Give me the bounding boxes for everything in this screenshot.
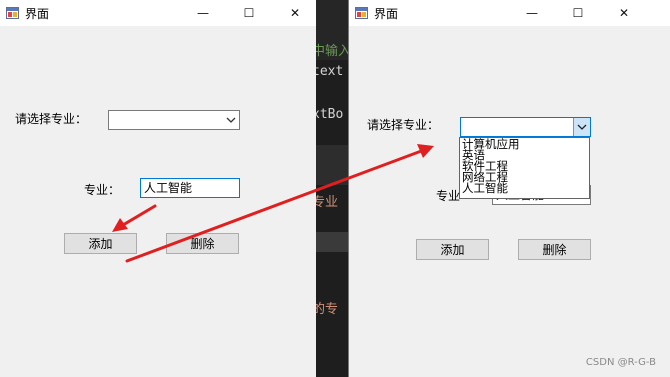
maximize-icon: ☐ [572,6,584,20]
major-textbox[interactable]: 人工智能 [140,178,240,198]
dropdown-option[interactable]: 人工智能 [462,182,508,195]
maximize-icon: ☐ [243,6,255,20]
add-button[interactable]: 添加 [64,233,137,254]
major-combobox[interactable] [108,110,240,130]
left-form-window: 界面 — ☐ ✕ 请选择专业： 专业： 人工智能 添加 删除 [0,0,316,377]
major-combobox[interactable] [460,117,591,137]
minimize-icon: — [197,6,209,20]
combo-dropdown-button[interactable] [573,118,590,136]
right-title-bar: 界面 — ☐ ✕ [349,0,670,26]
minimize-icon: — [526,6,538,20]
close-icon: ✕ [618,6,630,20]
select-major-label: 请选择专业： [367,118,440,132]
chevron-down-icon[interactable] [225,114,237,126]
watermark: CSDN @R-G-B [585,357,656,368]
code-fragment: xtBo [316,107,344,122]
code-fragment: 中输入 [316,44,348,59]
code-fragment: 的专 [316,302,339,317]
major-field-label: 专业 [436,189,461,203]
close-icon: ✕ [289,6,301,20]
maximize-button[interactable]: ☐ [226,0,272,26]
add-button[interactable]: 添加 [416,239,489,260]
left-title-bar: 界面 — ☐ ✕ [0,0,316,26]
minimize-button[interactable]: — [180,0,226,26]
delete-button[interactable]: 删除 [518,239,591,260]
window-title: 界面 [25,7,50,21]
app-icon [355,7,368,19]
major-field-label: 专业： [84,183,121,197]
major-dropdown-list: 计算机应用 英语 软件工程 网络工程 人工智能 [459,137,590,199]
app-icon [6,7,19,19]
window-title: 界面 [374,7,399,21]
maximize-button[interactable]: ☐ [555,0,601,26]
select-major-label: 请选择专业： [15,112,88,126]
chevron-down-icon [577,124,587,130]
minimize-button[interactable]: — [509,0,555,26]
close-button[interactable]: ✕ [272,0,318,26]
background-code-editor: 中输入 text xtBo 专业 的专 [316,0,348,377]
close-button[interactable]: ✕ [601,0,647,26]
code-fragment: 专业 [316,195,339,210]
delete-button[interactable]: 删除 [166,233,239,254]
code-fragment: text [316,64,344,79]
